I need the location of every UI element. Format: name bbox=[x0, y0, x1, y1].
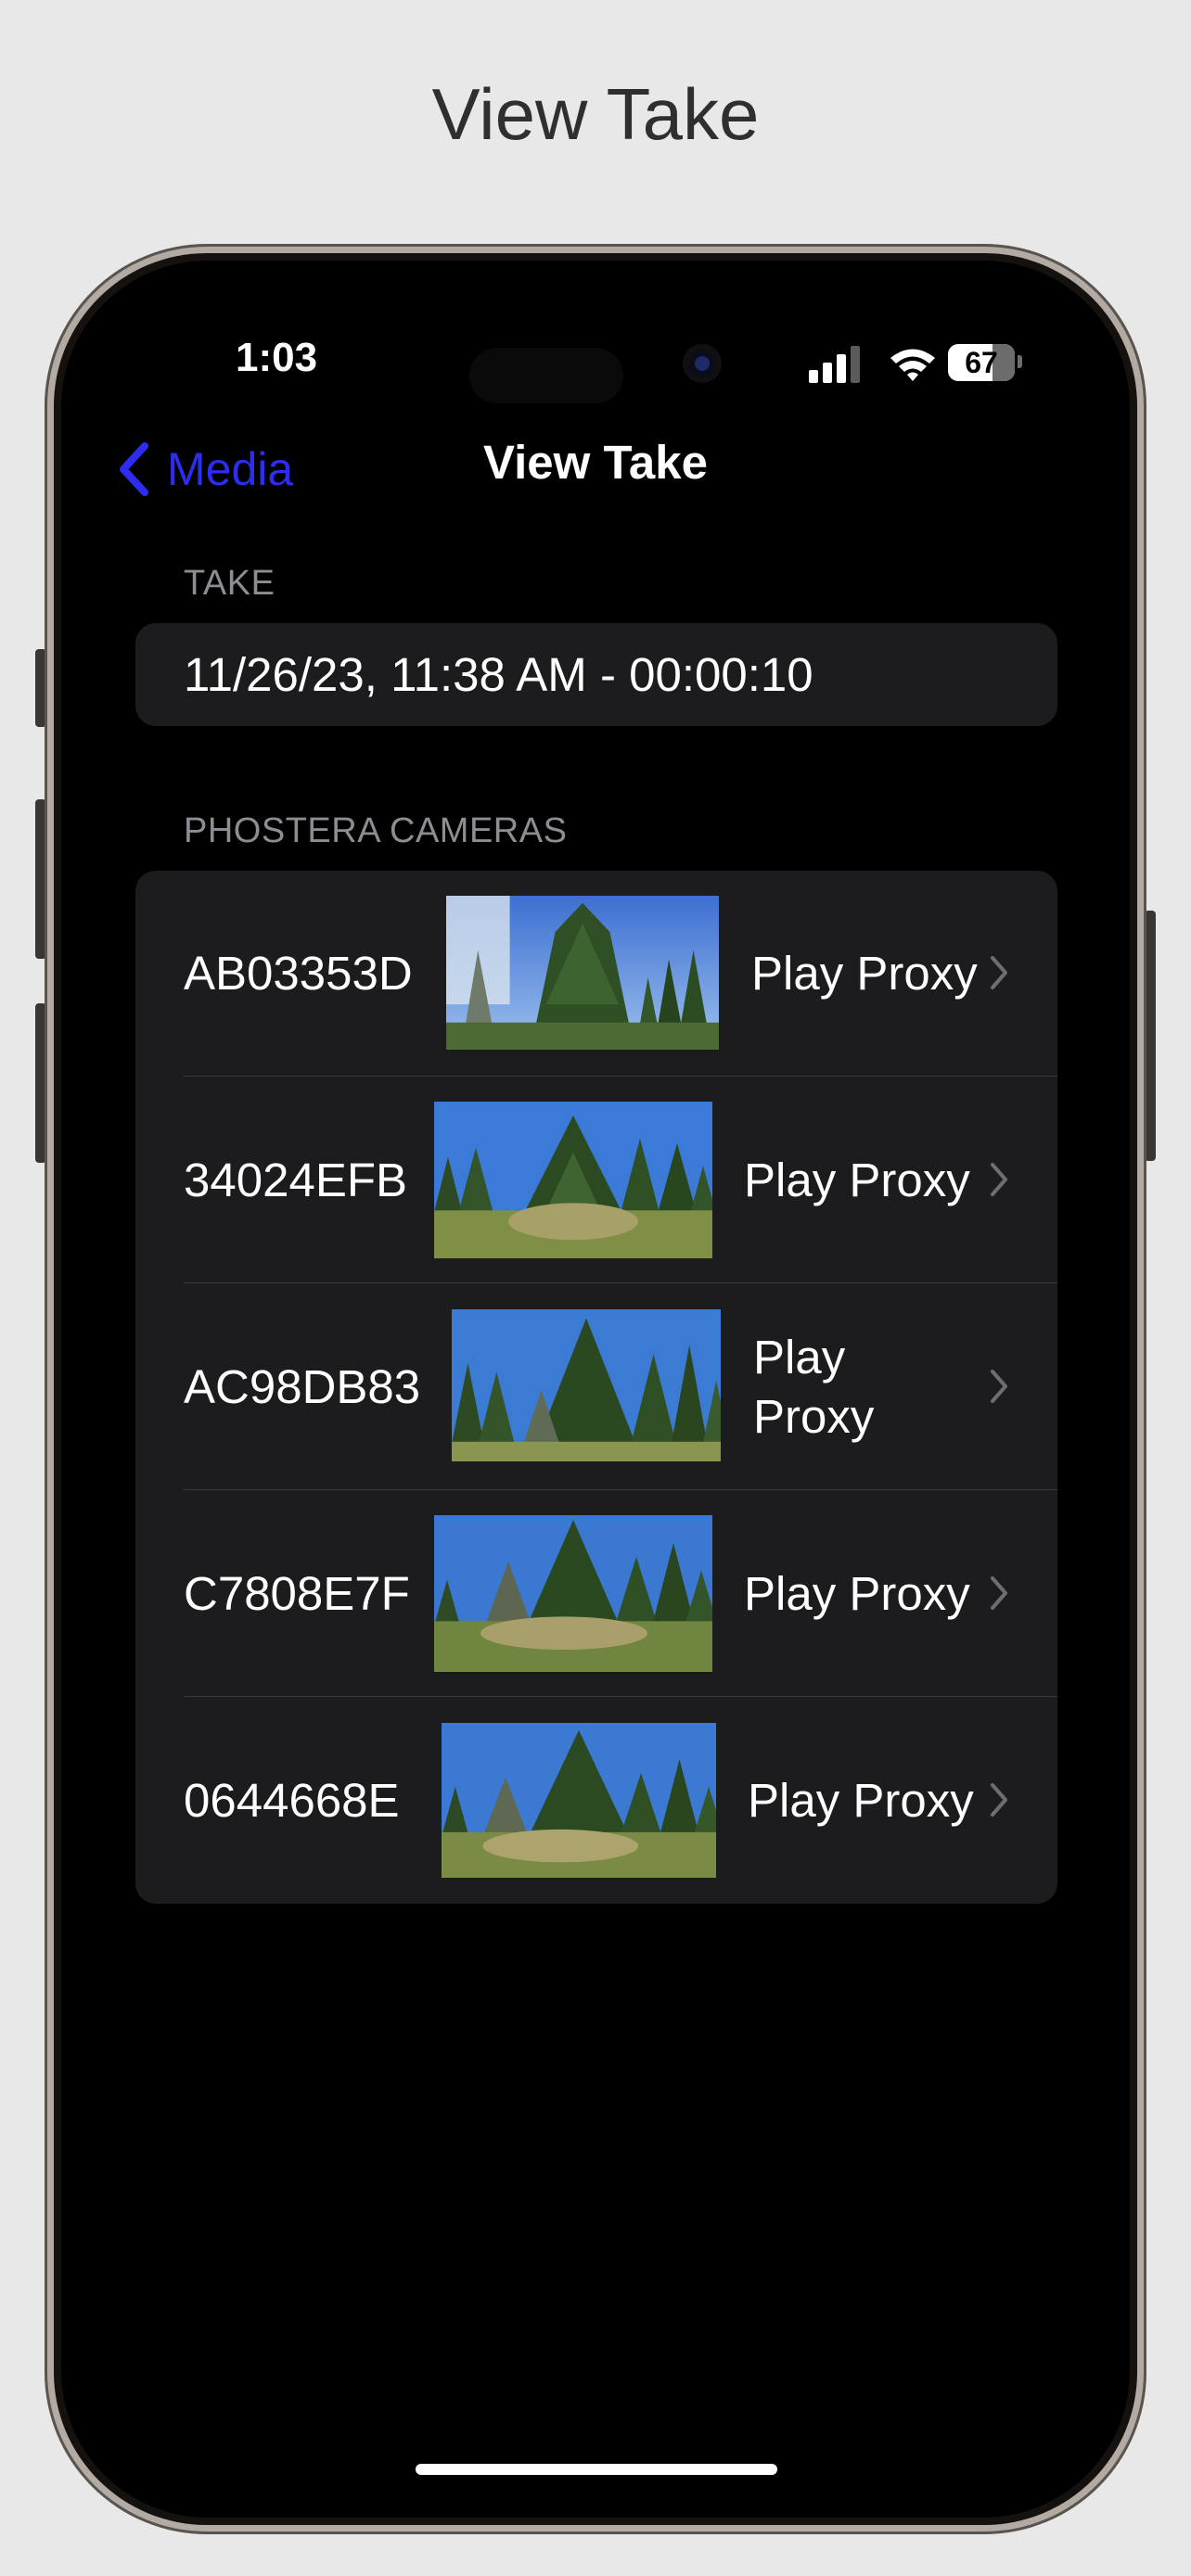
camera-row[interactable]: C7808E7F Play Proxy bbox=[135, 1491, 1057, 1697]
camera-thumbnail bbox=[446, 896, 719, 1050]
nav-title: View Take bbox=[483, 436, 708, 489]
home-indicator[interactable] bbox=[416, 2464, 777, 2475]
battery-nub bbox=[1018, 355, 1022, 368]
play-proxy-label: Play Proxy bbox=[753, 1331, 875, 1443]
take-card: 11/26/23, 11:38 AM - 00:00:10 bbox=[135, 623, 1057, 726]
back-button[interactable]: Media bbox=[115, 427, 293, 511]
row-separator bbox=[184, 1282, 1057, 1283]
camera-thumbnail bbox=[452, 1309, 721, 1461]
back-label: Media bbox=[167, 443, 294, 495]
signal-icon bbox=[809, 340, 864, 383]
camera-thumbnail bbox=[434, 1515, 712, 1672]
camera-id: 34024EFB bbox=[184, 1154, 408, 1206]
back-chevron-icon bbox=[120, 442, 148, 496]
page-heading: View Take bbox=[431, 73, 760, 155]
camera-id: 0644668E bbox=[184, 1774, 400, 1827]
camera-row[interactable]: AC98DB83 Play Proxy bbox=[135, 1284, 1057, 1490]
front-camera-icon bbox=[683, 344, 722, 383]
dynamic-island bbox=[466, 331, 796, 420]
chevron-right-icon bbox=[991, 1370, 1007, 1403]
chevron-right-icon bbox=[991, 956, 1007, 989]
cameras-list: AB03353D Play Proxy 34024EFB Play Proxy … bbox=[135, 871, 1057, 1904]
chevron-right-icon bbox=[991, 1576, 1007, 1610]
take-value: 11/26/23, 11:38 AM - 00:00:10 bbox=[184, 648, 813, 701]
take-section-header: TAKE bbox=[184, 564, 275, 603]
camera-id: C7808E7F bbox=[184, 1567, 410, 1620]
camera-id: AB03353D bbox=[184, 947, 413, 1000]
chevron-right-icon bbox=[991, 1783, 1007, 1817]
battery-icon: 67 bbox=[948, 344, 1015, 381]
camera-thumbnail bbox=[434, 1102, 712, 1258]
phone-screen: 1:03 67 Media View Take TAKE 11/26/23, 1… bbox=[61, 261, 1130, 2518]
camera-row[interactable]: AB03353D Play Proxy bbox=[135, 871, 1057, 1077]
island-sensor bbox=[469, 348, 623, 403]
play-proxy-label: Play Proxy bbox=[744, 1154, 970, 1206]
status-time: 1:03 bbox=[236, 335, 318, 380]
play-proxy-label: Play Proxy bbox=[751, 947, 978, 1000]
play-proxy-label: Play Proxy bbox=[748, 1774, 974, 1827]
camera-id: AC98DB83 bbox=[184, 1360, 421, 1413]
camera-row[interactable]: 34024EFB Play Proxy bbox=[135, 1078, 1057, 1283]
camera-row[interactable]: 0644668E Play Proxy bbox=[135, 1698, 1057, 1904]
row-separator bbox=[184, 1696, 1057, 1697]
row-separator bbox=[184, 1489, 1057, 1490]
chevron-right-icon bbox=[991, 1163, 1007, 1196]
battery-level: 67 bbox=[965, 346, 998, 379]
row-separator bbox=[184, 1076, 1057, 1077]
wifi-icon bbox=[890, 349, 935, 381]
play-proxy-label: Play Proxy bbox=[744, 1567, 970, 1620]
cameras-section-header: PHOSTERA CAMERAS bbox=[184, 811, 568, 850]
camera-thumbnail bbox=[442, 1723, 716, 1878]
